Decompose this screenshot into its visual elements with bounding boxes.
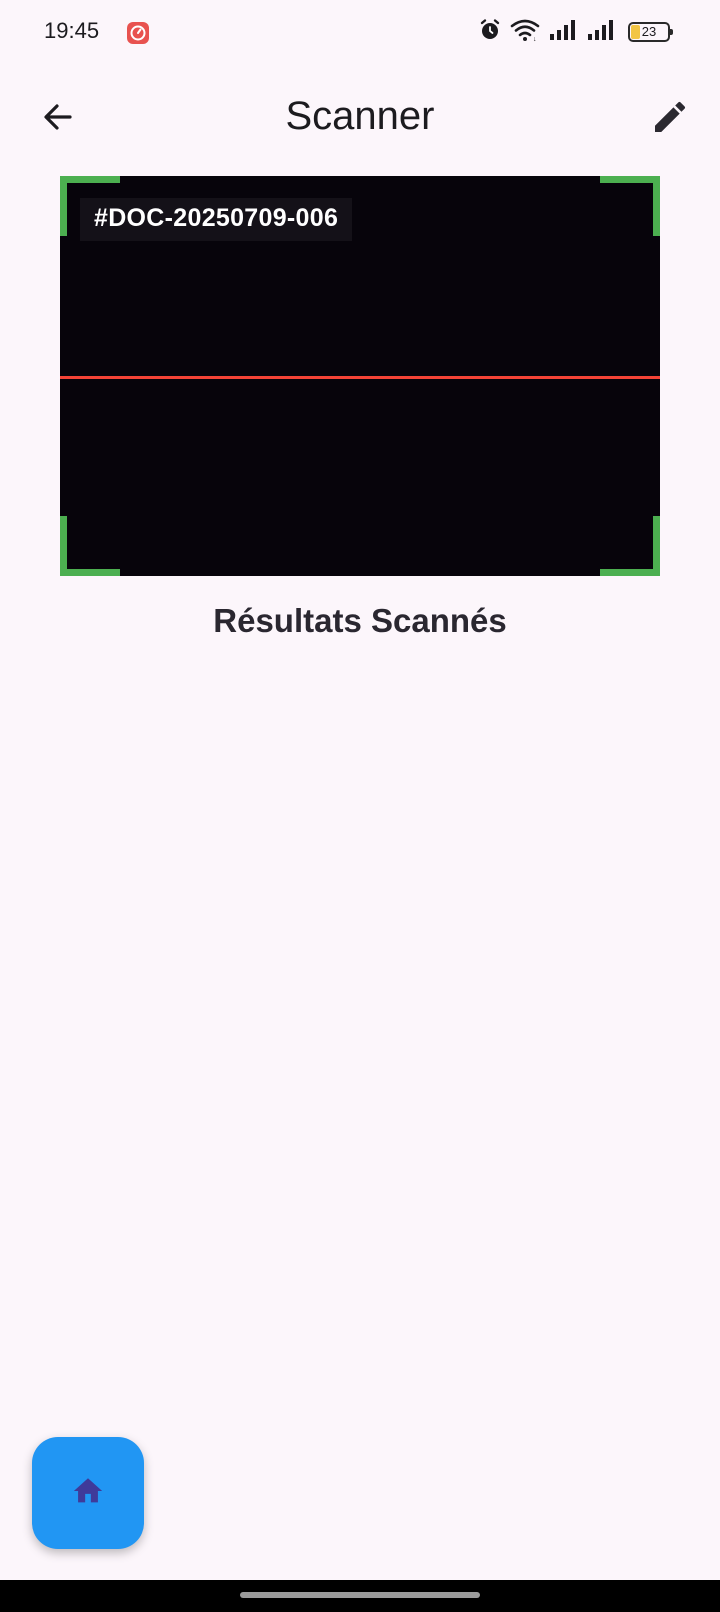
scanner-viewfinder[interactable]: #DOC-20250709-006 bbox=[60, 176, 660, 576]
app-notification-icon bbox=[126, 21, 150, 45]
wifi-icon: ↓ bbox=[510, 18, 540, 47]
signal-icon bbox=[586, 18, 616, 47]
app-bar: Scanner bbox=[0, 80, 720, 158]
pencil-icon bbox=[650, 97, 690, 142]
battery-icon: 23 bbox=[628, 22, 673, 42]
results-title: Résultats Scannés bbox=[213, 602, 507, 639]
alarm-icon bbox=[478, 18, 502, 47]
gesture-handle[interactable] bbox=[240, 1592, 480, 1598]
battery-level: 23 bbox=[641, 24, 657, 39]
frame-corner-bottom-right bbox=[600, 516, 660, 576]
svg-text:↓: ↓ bbox=[533, 36, 537, 42]
page-title: Scanner bbox=[285, 94, 435, 138]
detected-code-label: #DOC-20250709-006 bbox=[80, 198, 353, 241]
status-icons: ↓ 23 bbox=[478, 18, 673, 47]
signal-icon bbox=[548, 18, 578, 47]
frame-corner-bottom-left bbox=[60, 516, 120, 576]
system-nav-bar bbox=[0, 1580, 720, 1612]
home-icon bbox=[71, 1474, 105, 1513]
home-fab-button[interactable] bbox=[32, 1437, 144, 1549]
edit-button[interactable] bbox=[642, 91, 698, 147]
frame-corner-top-right bbox=[600, 176, 660, 236]
status-time: 19:45 bbox=[44, 18, 100, 43]
scan-line bbox=[60, 376, 660, 379]
frame-corner-top-left bbox=[60, 176, 120, 236]
status-bar: 19:45 ↓ 23 bbox=[0, 0, 720, 66]
